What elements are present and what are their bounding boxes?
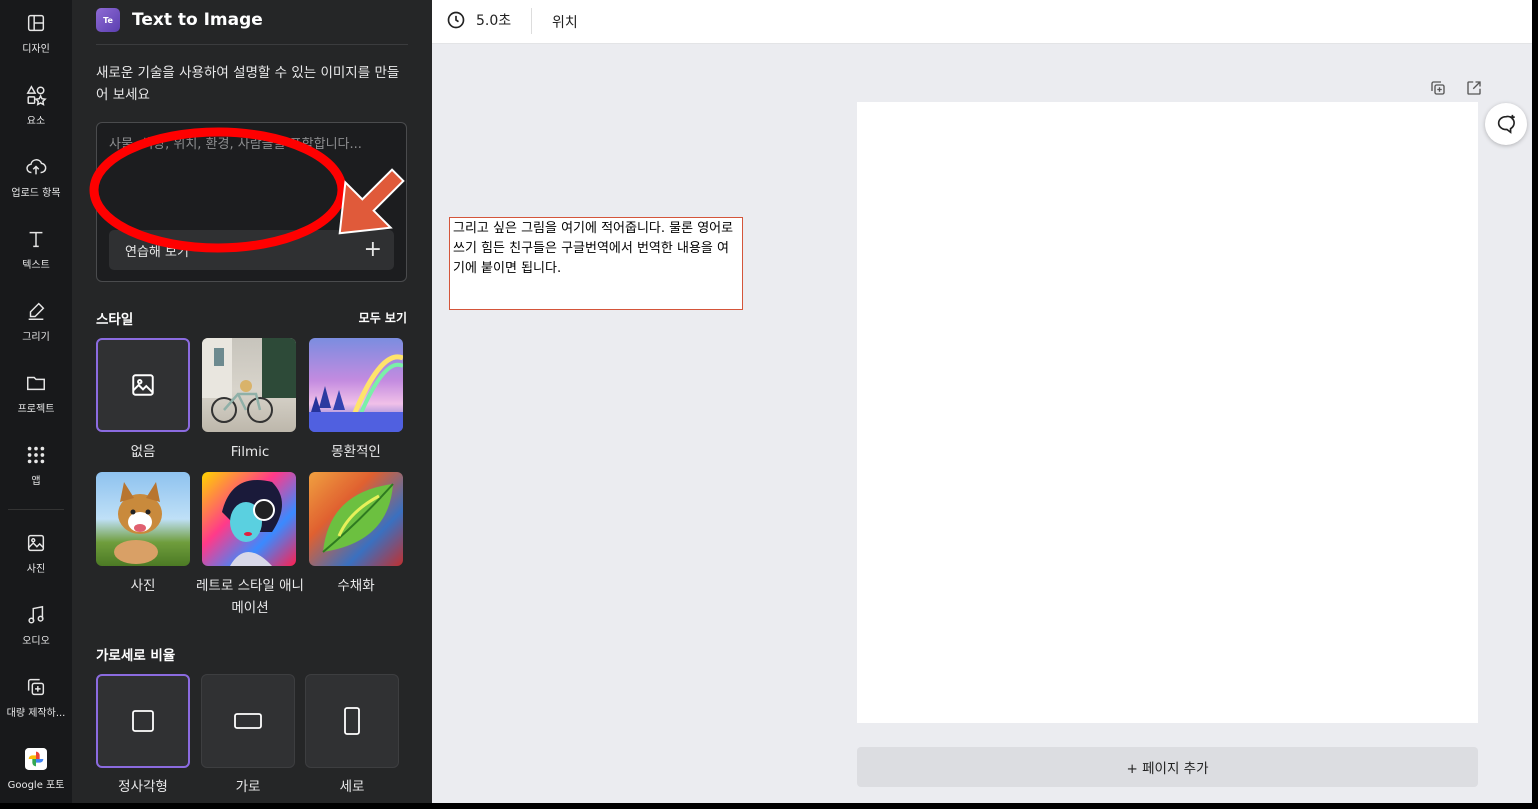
style-caption: 레트로 스타일 애니메이션 [196, 578, 304, 616]
style-tile-photo[interactable] [96, 472, 190, 566]
try-example-label: 연습해 보기 [125, 244, 189, 260]
dog-thumbnail [114, 482, 162, 564]
text-icon [29, 231, 43, 248]
pen-icon [28, 302, 45, 320]
rail-label: 요소 [26, 116, 46, 127]
layout-icon [27, 14, 45, 32]
prompt-box: 연습해 보기 + [96, 122, 407, 282]
see-all-link[interactable]: 모두 보기 [359, 309, 407, 326]
retro-woman-thumbnail [222, 480, 282, 566]
style-caption: Filmic [230, 444, 270, 460]
cloud-upload-icon [26, 159, 47, 175]
leaf-thumbnail [322, 483, 394, 553]
page-actions [1414, 76, 1486, 100]
portrait-icon [344, 707, 360, 735]
image-icon [132, 374, 154, 396]
style-tile-retro-anime[interactable] [202, 472, 296, 566]
plus-icon: + [363, 237, 382, 262]
rainbow-thumbnail [309, 354, 403, 432]
style-caption: 없음 [130, 444, 156, 460]
rail-label: 앱 [31, 476, 41, 487]
google-photos-icon [25, 748, 47, 770]
prompt-input[interactable] [109, 133, 397, 223]
panel-header: Te Text to Image [96, 8, 263, 32]
position-button[interactable]: 위치 [552, 12, 578, 32]
panel-description: 새로운 기술을 사용하여 설명할 수 있는 이미지를 만들어 보세요 [96, 65, 400, 103]
shapes-icon [26, 85, 47, 106]
bicycle-thumbnail [202, 338, 296, 423]
try-example-button[interactable]: 연습해 보기 + [109, 230, 394, 270]
rail-item-design[interactable]: 디자인 [0, 2, 72, 66]
rail-label: 사진 [26, 564, 46, 575]
toolbar-divider [531, 8, 532, 34]
rail-label: 업로드 항목 [11, 188, 61, 199]
text-to-image-panel: Te Text to Image 새로운 기술을 사용하여 설명할 수 있는 이… [72, 0, 432, 803]
style-caption: 수채화 [337, 578, 375, 594]
landscape-icon [234, 713, 262, 729]
annotation-note: 그리고 싶은 그림을 여기에 적어줍니다. 물론 영어로 쓰기 힘든 친구들은 … [449, 217, 743, 310]
music-note-icon [28, 605, 44, 624]
rail-item-text[interactable]: 텍스트 [0, 218, 72, 282]
rail-item-bulk-create[interactable]: 대량 제작하... [0, 666, 72, 730]
add-page-button[interactable]: + 페이지 추가 [857, 747, 1478, 787]
duplicate-page-icon[interactable] [1426, 76, 1450, 100]
style-tile-filmic[interactable] [202, 338, 296, 432]
duration-value: 5.0초 [476, 13, 512, 29]
rail-divider [8, 509, 64, 510]
rail-label: 텍스트 [22, 260, 50, 271]
ratio-section-title: 가로세로 비율 [96, 648, 176, 664]
editor-toolbar: 5.0초 위치 [432, 0, 1532, 44]
ratio-caption: 가로 [235, 779, 261, 795]
bulk-create-icon [27, 678, 45, 696]
rail-item-apps[interactable]: 앱 [0, 434, 72, 498]
folder-icon [27, 376, 45, 391]
rail-item-uploads[interactable]: 업로드 항목 [0, 146, 72, 210]
header-divider [96, 44, 408, 45]
style-section-title: 스타일 [96, 312, 134, 328]
rail-label: 그리기 [22, 332, 50, 343]
share-page-icon[interactable] [1462, 76, 1486, 100]
ratio-caption: 세로 [339, 779, 365, 795]
panel-title: Text to Image [132, 10, 263, 30]
rail-item-photos[interactable]: 사진 [0, 522, 72, 586]
style-caption: 몽환적인 [331, 444, 381, 460]
rail-item-google-photos[interactable]: Google 포토 [0, 738, 72, 802]
text-to-image-logo-icon: Te [96, 8, 120, 32]
rail-label: 디자인 [22, 44, 50, 55]
app-window: 디자인 요소 업로드 항목 텍스트 그리기 프로젝트 앱 사진 오디오 대량 제… [0, 0, 1532, 803]
ratio-square-button[interactable] [96, 674, 190, 768]
rail-label: 프로젝트 [17, 404, 55, 415]
ratio-landscape-button[interactable] [201, 674, 295, 768]
rail-item-elements[interactable]: 요소 [0, 74, 72, 138]
style-caption: 사진 [130, 578, 156, 594]
rail-item-projects[interactable]: 프로젝트 [0, 362, 72, 426]
comment-plus-icon [1497, 114, 1515, 134]
style-tile-none[interactable] [96, 338, 190, 432]
design-page[interactable] [857, 102, 1478, 723]
rail-label: 대량 제작하... [6, 708, 66, 719]
canvas-area: + 페이지 추가 [432, 44, 1532, 803]
rail-label: Google 포토 [7, 780, 65, 791]
rail-item-audio[interactable]: 오디오 [0, 594, 72, 658]
square-icon [132, 710, 154, 732]
duration-button[interactable]: 5.0초 [446, 10, 511, 30]
image-icon [27, 534, 45, 552]
ratio-portrait-button[interactable] [305, 674, 399, 768]
clock-icon [447, 11, 465, 29]
rail-label: 오디오 [22, 636, 50, 647]
style-tile-watercolor[interactable] [309, 472, 403, 566]
style-tile-dreamy[interactable] [309, 338, 403, 432]
rail-item-draw[interactable]: 그리기 [0, 290, 72, 354]
add-comment-button[interactable] [1485, 103, 1527, 145]
ratio-caption: 정사각형 [118, 779, 168, 795]
side-rail: 디자인 요소 업로드 항목 텍스트 그리기 프로젝트 앱 사진 오디오 대량 제… [0, 0, 72, 803]
apps-grid-icon [27, 446, 45, 464]
